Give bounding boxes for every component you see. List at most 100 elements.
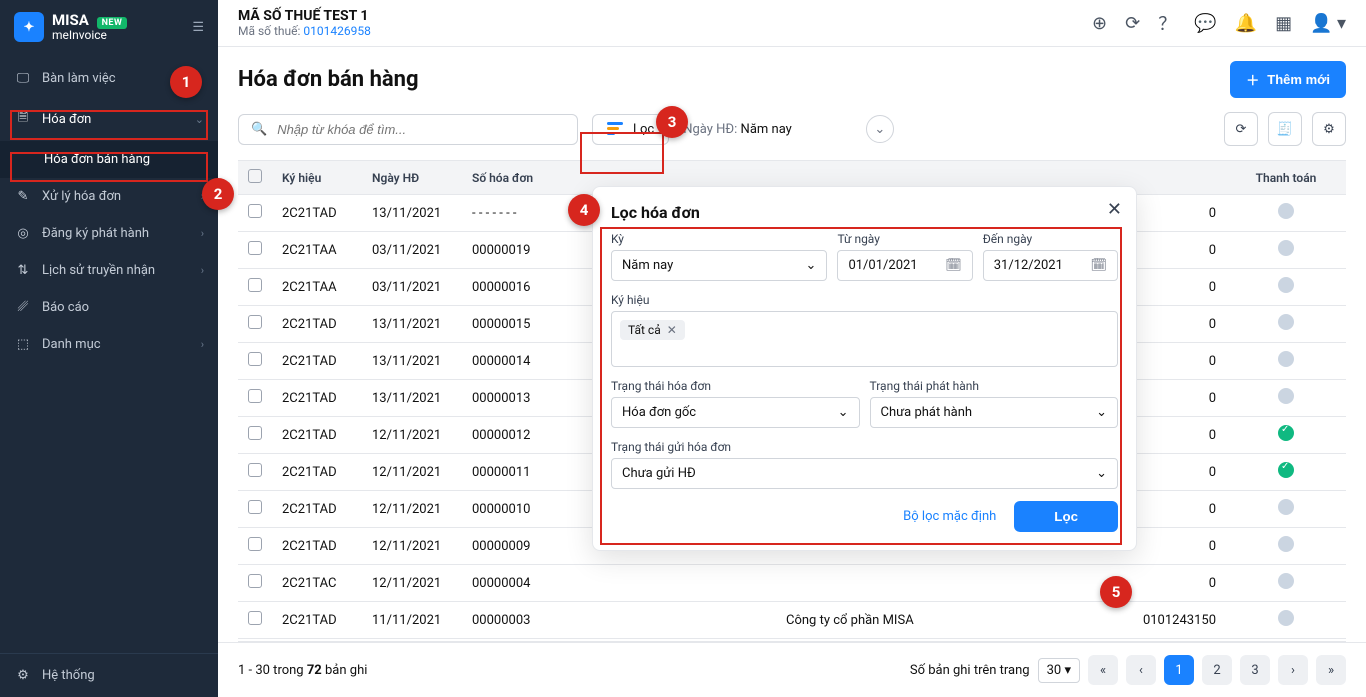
to-date-input[interactable]: 31/12/2021 🗓: [983, 250, 1118, 281]
cell-tail: 0101243150: [1116, 602, 1226, 639]
cell-number: 00000004: [462, 565, 572, 602]
user-menu[interactable]: 👤 ▾: [1310, 13, 1346, 34]
chevron-right-icon: ›: [201, 338, 204, 351]
row-checkbox[interactable]: [248, 463, 262, 477]
cell-date: 11/11/2021: [362, 602, 462, 639]
help-icon[interactable]: ？: [1158, 10, 1176, 36]
row-checkbox[interactable]: [248, 352, 262, 366]
close-icon[interactable]: ✕: [1107, 199, 1122, 220]
page-prev[interactable]: ‹: [1126, 655, 1156, 685]
row-checkbox[interactable]: [248, 389, 262, 403]
sidebar-item-process[interactable]: ✎ Xử lý hóa đơn ›: [0, 178, 218, 215]
page-title: Hóa đơn bán hàng: [238, 67, 419, 92]
sidebar-item-history[interactable]: ⇅ Lịch sử truyền nhận ›: [0, 252, 218, 289]
cell-tail: 0: [1116, 565, 1226, 602]
period-select[interactable]: Năm nay ⌄: [611, 250, 827, 281]
sidebar-item-invoice[interactable]: 🗎 Hóa đơn ⌄: [0, 97, 218, 141]
search-input[interactable]: [277, 122, 565, 137]
expand-toggle[interactable]: ⌄: [866, 115, 894, 143]
per-page-select[interactable]: 30 ▾: [1038, 658, 1080, 683]
from-label: Từ ngày: [837, 232, 972, 246]
from-date-input[interactable]: 01/01/2021 🗓: [837, 250, 972, 281]
annotation-bubble-4: 4: [568, 194, 600, 226]
apply-filter-button[interactable]: Lọc: [1014, 501, 1118, 532]
footer: 1 - 30 trong 72 bản ghi Số bản ghi trên …: [218, 642, 1366, 697]
sidebar-item-system[interactable]: ⚙ Hệ thống: [0, 653, 218, 697]
date-hint: Ngày HĐ: Năm nay: [683, 122, 792, 137]
chart-icon: ␥: [14, 300, 32, 315]
row-checkbox[interactable]: [248, 315, 262, 329]
issue-status-select[interactable]: Chưa phát hành ⌄: [870, 397, 1119, 428]
apps-icon[interactable]: ▦: [1275, 13, 1292, 34]
add-button[interactable]: ＋ Thêm mới: [1230, 61, 1346, 98]
page-number[interactable]: 1: [1164, 655, 1194, 685]
chevron-down-icon: ⌄: [838, 405, 849, 420]
range-total: 72: [307, 663, 322, 678]
status-dot: [1278, 573, 1294, 589]
brand-block: ✦ MISA NEW meInvoice ☰: [0, 0, 218, 54]
cell-symbol: 2C21TAD: [272, 343, 362, 380]
col-header[interactable]: Ngày HĐ: [362, 161, 462, 195]
plus-circle-icon[interactable]: ⊕: [1092, 13, 1107, 34]
sidebar-item-label: Báo cáo: [42, 300, 89, 315]
sidebar-item-report[interactable]: ␥ Báo cáo: [0, 289, 218, 326]
cell-date: 12/11/2021: [362, 417, 462, 454]
monitor-icon: 🖵: [14, 71, 32, 86]
issue-status-label: Trạng thái phát hành: [870, 379, 1119, 393]
sidebar-subitem-sales-invoice[interactable]: Hóa đơn bán hàng: [0, 141, 218, 178]
row-checkbox[interactable]: [248, 500, 262, 514]
chevron-right-icon: ›: [201, 264, 204, 277]
search-box[interactable]: 🔍: [238, 114, 578, 145]
table-row[interactable]: 2C21TAD 11/11/2021 00000003 Công ty cổ p…: [238, 602, 1346, 639]
cell-payment: [1226, 565, 1346, 602]
page-next[interactable]: ›: [1278, 655, 1308, 685]
symbol-multiselect[interactable]: Tất cả ✕: [611, 311, 1118, 367]
row-checkbox[interactable]: [248, 574, 262, 588]
row-checkbox[interactable]: [248, 241, 262, 255]
cell-company: [776, 565, 1116, 602]
sidebar-item-register[interactable]: ◎ Đăng ký phát hành ›: [0, 215, 218, 252]
cell-date: 12/11/2021: [362, 565, 462, 602]
stamp-icon: ◎: [14, 226, 32, 241]
cell-number: 00000010: [462, 491, 572, 528]
cell-payment: [1226, 306, 1346, 343]
cell-number: - - - - - - -: [462, 195, 572, 232]
chip-remove-icon[interactable]: ✕: [667, 323, 677, 337]
date-hint-value: Năm nay: [741, 122, 792, 137]
row-checkbox[interactable]: [248, 278, 262, 292]
refresh-button[interactable]: ⟳: [1224, 112, 1258, 146]
plus-icon: ＋: [1246, 70, 1259, 89]
col-header[interactable]: Số hóa đơn: [462, 161, 572, 195]
sidebar-toggle-icon[interactable]: ☰: [192, 20, 204, 35]
status-dot: [1278, 240, 1294, 256]
tax-label: Mã số thuế:: [238, 24, 300, 38]
send-status-select[interactable]: Chưa gửi HĐ ⌄: [611, 458, 1118, 489]
row-checkbox[interactable]: [248, 611, 262, 625]
chip-all[interactable]: Tất cả ✕: [620, 320, 685, 340]
table-row[interactable]: 2C21TAC 12/11/2021 00000004 0: [238, 565, 1346, 602]
col-header[interactable]: Thanh toán: [1226, 161, 1346, 195]
page-first[interactable]: «: [1088, 655, 1118, 685]
sidebar-item-catalog[interactable]: ⬚ Danh mục ›: [0, 326, 218, 363]
default-filter-link[interactable]: Bộ lọc mặc định: [903, 509, 996, 524]
chat-icon[interactable]: 💬: [1194, 13, 1216, 34]
sync-icon[interactable]: ⟳: [1125, 13, 1140, 34]
export-excel-button[interactable]: 🧾: [1268, 112, 1302, 146]
row-checkbox[interactable]: [248, 204, 262, 218]
inv-status-select[interactable]: Hóa đơn gốc ⌄: [611, 397, 860, 428]
cell-date: 03/11/2021: [362, 232, 462, 269]
cell-date: 03/11/2021: [362, 269, 462, 306]
bell-icon[interactable]: 🔔: [1235, 13, 1257, 34]
page-number[interactable]: 3: [1240, 655, 1270, 685]
page-last[interactable]: »: [1316, 655, 1346, 685]
col-header[interactable]: Ký hiệu: [272, 161, 362, 195]
tax-code-link[interactable]: 0101426958: [303, 24, 370, 38]
row-checkbox[interactable]: [248, 426, 262, 440]
cell-date: 13/11/2021: [362, 343, 462, 380]
settings-button[interactable]: ⚙: [1312, 112, 1346, 146]
page-number[interactable]: 2: [1202, 655, 1232, 685]
row-checkbox[interactable]: [248, 537, 262, 551]
range-post: bản ghi: [322, 663, 368, 678]
box-icon: ⬚: [14, 337, 32, 352]
col-check[interactable]: [238, 161, 272, 195]
